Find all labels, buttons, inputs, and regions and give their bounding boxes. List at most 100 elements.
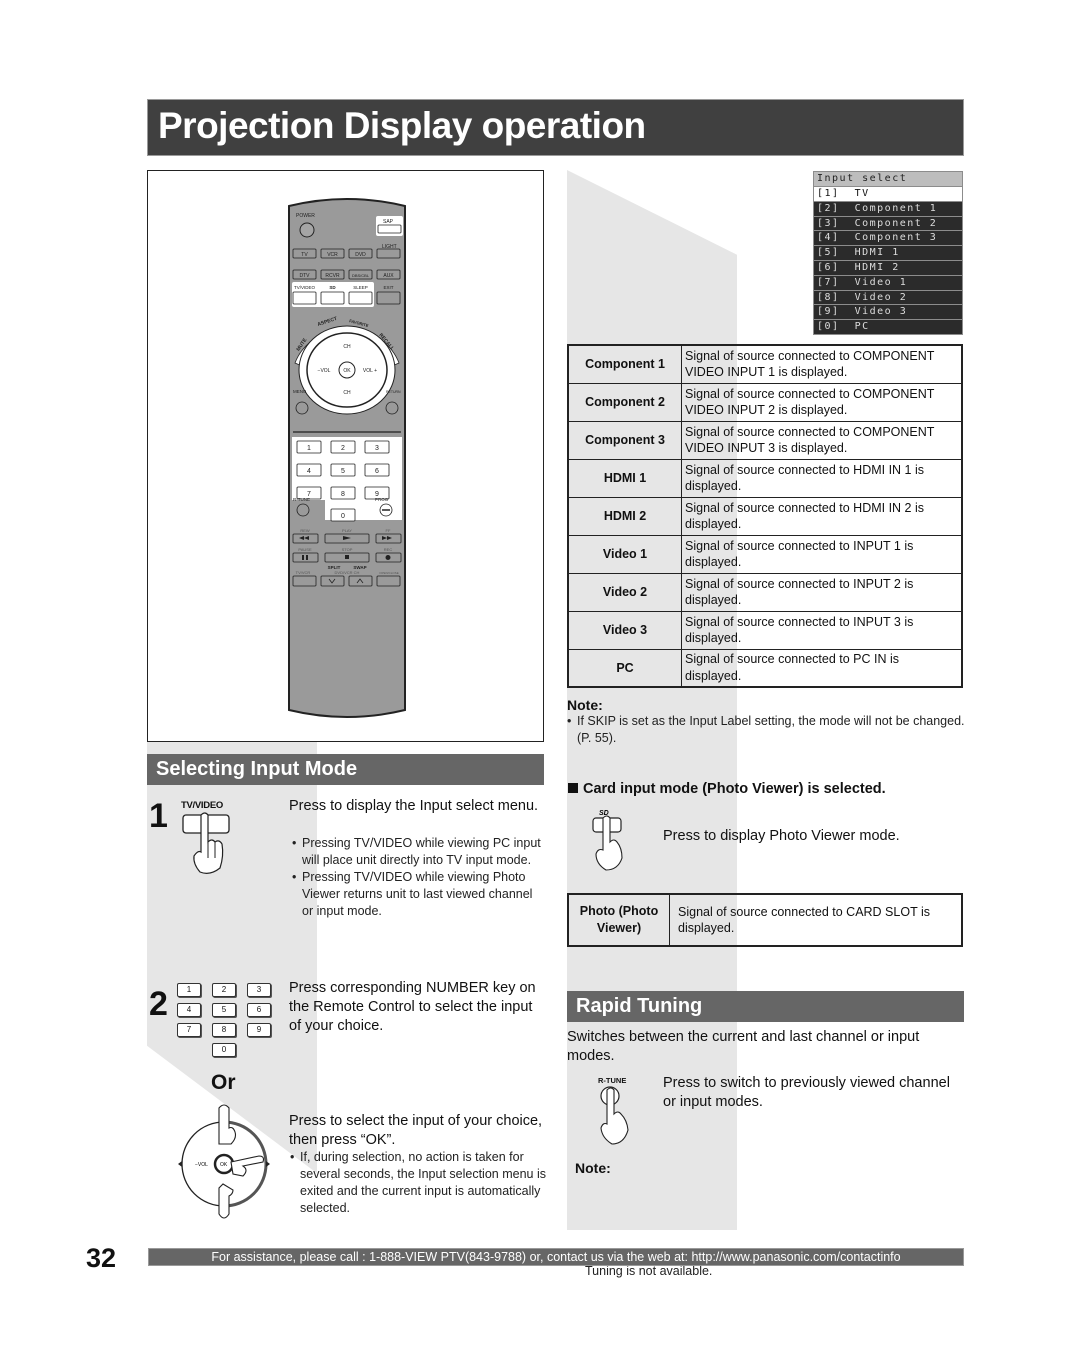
remote-label: TV/VIDEO bbox=[294, 285, 316, 290]
note-skip: Note: If SKIP is set as the Input Label … bbox=[567, 697, 967, 747]
remote-label: PROG bbox=[375, 497, 389, 502]
tv-video-button bbox=[292, 291, 317, 305]
number-key: 3 bbox=[247, 983, 271, 997]
step-2-text: Press corresponding NUMBER key on the Re… bbox=[289, 980, 536, 1034]
illustration-shape bbox=[348, 575, 373, 587]
remote-label: RCVR bbox=[325, 273, 340, 279]
remote-label: VOL + bbox=[363, 368, 377, 374]
number-key-label: 4 bbox=[307, 468, 311, 475]
section-header-rapid-tuning: Rapid Tuning bbox=[567, 991, 964, 1022]
remote-label: PAUSE bbox=[298, 547, 312, 552]
remote-label: −VOL bbox=[195, 1162, 208, 1168]
illustration-shape bbox=[348, 291, 373, 305]
input-description: Signal of source connected to INPUT 2 is… bbox=[681, 572, 963, 612]
input-name: Video 3 bbox=[567, 610, 682, 650]
remote-label: STOP bbox=[342, 547, 353, 552]
square-bullet-icon bbox=[568, 783, 578, 793]
table-row: Video 2 Signal of source connected to INP… bbox=[567, 572, 963, 612]
remote-label: R-TUNE bbox=[293, 497, 310, 502]
illustration-shape bbox=[385, 555, 391, 560]
note-text: If SKIP is set as the Input Label settin… bbox=[567, 713, 967, 747]
number-key-label: 5 bbox=[341, 468, 345, 475]
input-name: Component 2 bbox=[567, 382, 682, 422]
osd-item[interactable]: [6] HDMI 2 bbox=[814, 260, 962, 275]
input-description: Signal of source connected to COMPONENT … bbox=[681, 420, 963, 460]
number-key-label: 0 bbox=[341, 513, 345, 520]
step-1-bullet: Pressing TV/VIDEO while viewing PC input… bbox=[292, 835, 544, 869]
osd-item[interactable]: [1] TV bbox=[814, 187, 962, 201]
page-title: Projection Display operation bbox=[158, 105, 646, 146]
illustration-shape bbox=[376, 248, 401, 259]
remote-label: REW bbox=[300, 528, 310, 533]
illustration-shape bbox=[385, 401, 399, 415]
step-2-number: 2 bbox=[149, 985, 168, 1023]
number-key: 8 bbox=[212, 1023, 236, 1037]
note-heading: Note: bbox=[567, 697, 603, 713]
illustration-shape bbox=[306, 555, 308, 560]
section-header-selecting-input-mode: Selecting Input Mode bbox=[147, 754, 544, 785]
table-row: HDMI 2 Signal of source connected to HDMI… bbox=[567, 496, 963, 536]
or-label: Or bbox=[211, 1071, 236, 1094]
osd-item[interactable]: [5] HDMI 1 bbox=[814, 246, 962, 260]
osd-item[interactable]: [3] Component 2 bbox=[814, 216, 962, 231]
input-description: Signal of source connected to INPUT 3 is… bbox=[681, 610, 963, 650]
osd-item[interactable]: [7] Video 1 bbox=[814, 275, 962, 290]
remote-label: SPLIT bbox=[328, 565, 341, 570]
number-key: 1 bbox=[177, 983, 201, 997]
remote-label: MENU bbox=[293, 389, 306, 394]
card-input-table: Photo (Photo Viewer) Signal of source co… bbox=[567, 893, 963, 947]
remote-label: PLAY bbox=[342, 528, 352, 533]
remote-label: −VOL bbox=[318, 368, 331, 374]
input-name: HDMI 2 bbox=[567, 496, 682, 536]
remote-label: DTV bbox=[300, 273, 311, 279]
number-key-label: 3 bbox=[375, 445, 379, 452]
input-name: PC bbox=[567, 648, 682, 688]
osd-item[interactable]: [0] PC bbox=[814, 320, 962, 334]
table-row: Video 3 Signal of source connected to INP… bbox=[567, 610, 963, 650]
table-row: PC Signal of source connected to PC IN is… bbox=[567, 648, 963, 688]
number-key-label: 8 bbox=[341, 491, 345, 498]
remote-label: DVD bbox=[355, 252, 366, 258]
sap-button bbox=[377, 224, 402, 234]
remote-label: DVD/VCR CH bbox=[335, 570, 360, 575]
step-2-bullet: If, during selection, no action is taken… bbox=[290, 1149, 554, 1217]
osd-item[interactable]: [8] Video 2 bbox=[814, 290, 962, 305]
osd-item[interactable]: [4] Component 3 bbox=[814, 231, 962, 246]
power-button bbox=[299, 222, 315, 238]
osd-title: Input select bbox=[814, 172, 962, 186]
number-key-label: 6 bbox=[375, 468, 379, 475]
rapid-note-heading: Note: bbox=[575, 1160, 611, 1176]
navigation-ring-press-icon: OK −VOL bbox=[178, 1104, 270, 1219]
illustration-shape bbox=[320, 291, 345, 305]
remote-label: CH bbox=[343, 344, 351, 350]
table-row: Component 2 Signal of source connected to… bbox=[567, 382, 963, 422]
finger-press-r-tune-icon bbox=[600, 1086, 629, 1145]
remote-label: CH bbox=[343, 390, 351, 396]
remote-label: DBS/CBL bbox=[352, 273, 370, 278]
illustration-shape bbox=[376, 575, 401, 587]
table-row: Component 3 Signal of source connected to… bbox=[567, 420, 963, 460]
number-key: 2 bbox=[212, 983, 236, 997]
remote-label: RETURN bbox=[386, 390, 401, 394]
number-key-label: 1 bbox=[307, 445, 311, 452]
number-key: 5 bbox=[212, 1003, 236, 1017]
illustration-shape bbox=[292, 552, 319, 563]
osd-item[interactable]: [9] Video 3 bbox=[814, 305, 962, 320]
remote-control-illustration: POWER SAP LIGHT TV VCR DVD DTV RCVR DBS/… bbox=[288, 198, 406, 718]
table-row: HDMI 1 Signal of source connected to HDMI… bbox=[567, 458, 963, 498]
input-description: Signal of source connected to COMPONENT … bbox=[681, 382, 963, 422]
step-1-bullets: Pressing TV/VIDEO while viewing PC input… bbox=[292, 835, 544, 920]
page-title-bar: Projection Display operation bbox=[147, 99, 964, 156]
footer-assistance: For assistance, please call : 1-888-VIEW… bbox=[148, 1248, 964, 1266]
remote-label: TV/VCR bbox=[296, 570, 311, 575]
input-description: Signal of source connected to COMPONENT … bbox=[681, 344, 963, 384]
power-label: POWER bbox=[296, 213, 315, 219]
remote-label: OK bbox=[220, 1162, 228, 1168]
card-mode-text: Press to display Photo Viewer mode. bbox=[663, 828, 900, 844]
illustration-shape bbox=[302, 555, 304, 560]
card-mode-heading: Card input mode (Photo Viewer) is select… bbox=[568, 781, 886, 797]
input-description: Signal of source connected to INPUT 1 is… bbox=[681, 534, 963, 574]
osd-item[interactable]: [2] Component 1 bbox=[814, 201, 962, 216]
remote-label: SD bbox=[329, 285, 336, 290]
input-description: Signal of source connected to PC IN is d… bbox=[681, 648, 963, 688]
